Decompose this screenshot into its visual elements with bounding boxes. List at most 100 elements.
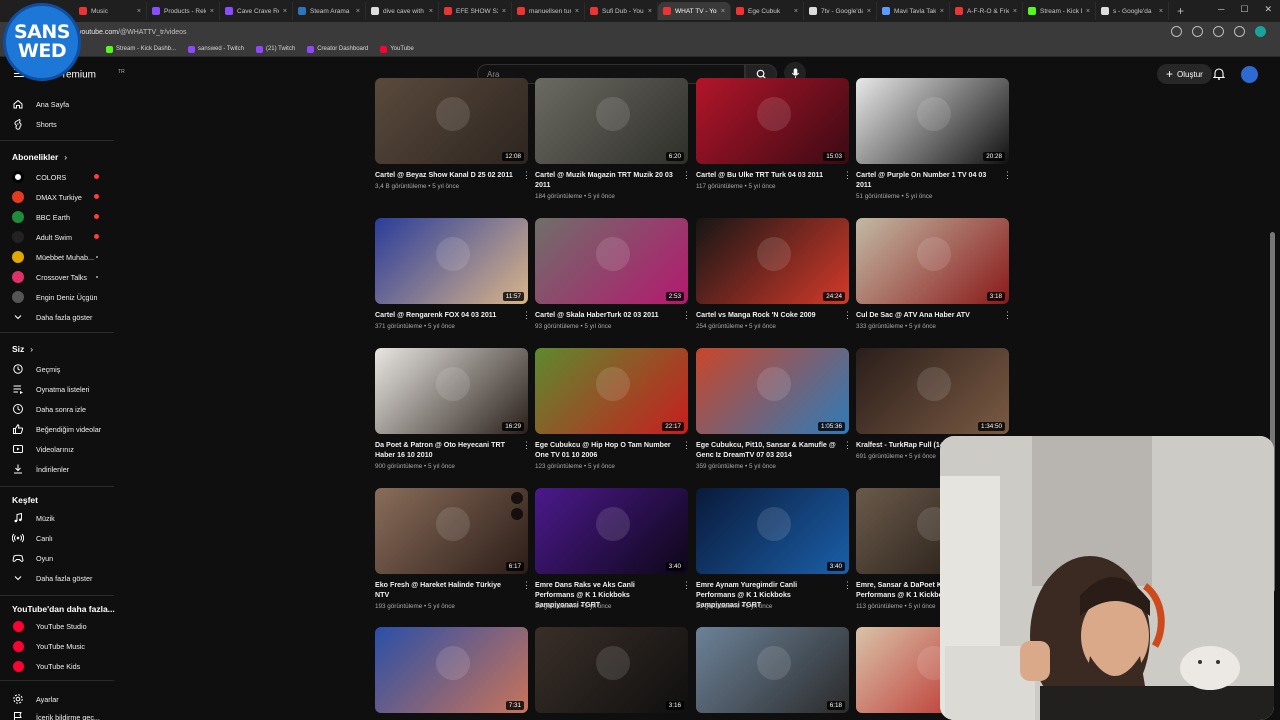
bookmark-item[interactable]: sanswed - Twitch [188, 45, 244, 53]
video-thumbnail[interactable]: 6:18 [696, 627, 849, 713]
more-options-icon[interactable]: ⋮ [682, 580, 691, 590]
video-card[interactable]: 3:16 [535, 627, 688, 713]
video-card[interactable]: 24:24 Cartel vs Manga Rock 'N Coke 2009 25… [696, 218, 852, 330]
video-thumbnail[interactable]: 3:18 [856, 218, 1009, 304]
video-title[interactable]: Cartel @ Bu Ulke TRT Turk 04 03 2011 [696, 170, 836, 180]
close-tab-icon[interactable]: × [429, 8, 433, 15]
video-card[interactable]: 6:18 [696, 627, 849, 713]
video-card[interactable]: 1:34:50 Kralfest - TurkRap Full (14 11 20… [856, 348, 1012, 460]
bookmark-item[interactable]: Creator Dashboard [307, 45, 368, 53]
more-options-icon[interactable]: ⋮ [522, 310, 531, 320]
video-thumbnail[interactable]: 2:53 [535, 218, 688, 304]
browser-tab[interactable]: Stream - Kick D × [1023, 2, 1096, 20]
new-tab-button[interactable]: + [1169, 4, 1192, 18]
close-tab-icon[interactable]: × [356, 8, 360, 15]
video-thumbnail[interactable]: 6:17 [375, 488, 528, 574]
close-tab-icon[interactable]: × [867, 8, 871, 15]
more-options-icon[interactable]: ⋮ [522, 170, 531, 180]
video-card[interactable]: 12:08 Cartel @ Beyaz Show Kanal D 25 02 2… [375, 78, 531, 190]
video-card[interactable]: 3:18 Cul De Sac @ ATV Ana Haber ATV 333 gö… [856, 218, 1012, 330]
minimize-icon[interactable]: ─ [1218, 4, 1224, 15]
extensions-icon[interactable] [1213, 26, 1224, 37]
browser-tab[interactable]: WHAT TV - You × [658, 2, 731, 20]
video-card[interactable]: 6:20 Cartel @ Muzik Magazin TRT Muzik 20 … [535, 78, 691, 200]
browser-tab[interactable]: Ege Cubuk × [731, 2, 804, 20]
sidebar-item-history[interactable]: Geçmiş [12, 362, 60, 376]
close-window-icon[interactable]: ✕ [1264, 4, 1272, 15]
video-title[interactable]: Cartel vs Manga Rock 'N Coke 2009 [696, 310, 836, 320]
video-card[interactable]: 16:29 Da Poet & Patron @ Oto Heyecani TRT… [375, 348, 531, 470]
sidebar-subscription[interactable]: DMAX Turkiye [12, 190, 82, 204]
sidebar-item-youtube-kids[interactable]: YouTube Kids [12, 659, 80, 673]
close-tab-icon[interactable]: × [794, 8, 798, 15]
video-title[interactable]: Cartel @ Beyaz Show Kanal D 25 02 2011 [375, 170, 515, 180]
sidebar-item-shorts[interactable]: Shorts [12, 117, 57, 131]
browser-tab[interactable]: Steam Arama × [293, 2, 366, 20]
video-card[interactable]: 2:53 Cartel @ Skala HaberTurk 02 03 2011 9… [535, 218, 691, 330]
close-tab-icon[interactable]: × [137, 8, 141, 15]
more-options-icon[interactable]: ⋮ [843, 440, 852, 450]
video-card[interactable]: 6:17 Eko Fresh @ Hareket Halinde Türkiye … [375, 488, 531, 610]
close-tab-icon[interactable]: × [1159, 8, 1163, 15]
sidebar-item-playlists[interactable]: Oynatma listeleri [12, 382, 90, 396]
user-avatar[interactable] [1241, 66, 1258, 83]
video-thumbnail[interactable]: 1:05:36 [696, 348, 849, 434]
you-heading[interactable]: Siz › [12, 344, 33, 354]
cast-icon[interactable] [1171, 26, 1182, 37]
more-options-icon[interactable]: ⋮ [843, 310, 852, 320]
video-title[interactable]: Ege Cubukcu @ Hip Hop O Tam Number One T… [535, 440, 675, 460]
watch-later-icon[interactable] [511, 492, 523, 504]
sidebar-subscription[interactable]: COLORS [12, 170, 66, 184]
sidebar-item-gaming[interactable]: Oyun [12, 551, 53, 565]
video-title[interactable]: Ege Cubukcu, Pit10, Sansar & Kamufle @ G… [696, 440, 836, 460]
video-thumbnail[interactable]: 6:20 [535, 78, 688, 164]
video-thumbnail[interactable]: 15:03 [696, 78, 849, 164]
more-options-icon[interactable]: ⋮ [843, 170, 852, 180]
maximize-icon[interactable]: ☐ [1240, 4, 1248, 15]
video-thumbnail[interactable]: 3:16 [535, 627, 688, 713]
video-thumbnail[interactable]: 16:29 [375, 348, 528, 434]
video-thumbnail[interactable]: 3:40 [535, 488, 688, 574]
notifications-bell-icon[interactable] [1213, 67, 1225, 80]
video-card[interactable]: 7:31 [375, 627, 528, 713]
close-tab-icon[interactable]: × [210, 8, 214, 15]
video-thumbnail[interactable]: 3:40 [696, 488, 849, 574]
bookmark-star-icon[interactable] [1192, 26, 1203, 37]
browser-tab[interactable]: manuellsen tur × [512, 2, 585, 20]
sidebar-item-youtube-studio[interactable]: YouTube Studio [12, 619, 87, 633]
account-icon[interactable] [1234, 26, 1245, 37]
sidebar-item-watch-later[interactable]: Daha sonra izle [12, 402, 86, 416]
browser-tab[interactable]: dive cave with × [366, 2, 439, 20]
video-title[interactable]: Cartel @ Rengarenk FOX 04 03 2011 [375, 310, 515, 320]
sidebar-item-settings[interactable]: Ayarlar [12, 692, 59, 706]
browser-tab[interactable]: Sufi Dub - You × [585, 2, 658, 20]
bookmark-item[interactable]: (21) Twitch [255, 45, 295, 53]
url-text[interactable]: youtube.com/@WHATTV_tr/videos [78, 29, 187, 36]
close-tab-icon[interactable]: × [1086, 8, 1090, 15]
video-card[interactable]: 15:03 Cartel @ Bu Ulke TRT Turk 04 03 201… [696, 78, 852, 190]
video-thumbnail[interactable]: 11:57 [375, 218, 528, 304]
sidebar-item-youtube-music[interactable]: YouTube Music [12, 639, 85, 653]
video-thumbnail[interactable]: 22:17 [535, 348, 688, 434]
sidebar-item-home[interactable]: Ana Sayfa [12, 97, 69, 111]
add-to-queue-icon[interactable] [511, 508, 523, 520]
more-options-icon[interactable]: ⋮ [682, 170, 691, 180]
video-card[interactable]: 22:17 Ege Cubukcu @ Hip Hop O Tam Number … [535, 348, 691, 470]
video-card[interactable]: 20:28 Cartel @ Purple On Number 1 TV 04 0… [856, 78, 1012, 200]
video-card[interactable]: 3:40 Emre Dans Raks ve Aks Canli Performa… [535, 488, 691, 610]
more-options-icon[interactable]: ⋮ [682, 440, 691, 450]
video-card[interactable]: 1:05:36 Ege Cubukcu, Pit10, Sansar & Kamu… [696, 348, 852, 470]
sidebar-item-report[interactable]: İçerik bildirme geç... [12, 710, 100, 720]
bookmark-item[interactable]: Stream - Kick Dashb... [106, 45, 176, 53]
sidebar-item-chevron-down[interactable]: Daha fazla göster [12, 571, 92, 585]
subscriptions-heading[interactable]: Abonelikler › [12, 152, 67, 162]
subscriptions-show-more[interactable]: Daha fazla göster [12, 310, 92, 324]
video-title[interactable]: Cartel @ Skala HaberTurk 02 03 2011 [535, 310, 675, 320]
sidebar-item-live[interactable]: Canlı [12, 531, 53, 545]
video-title[interactable]: Da Poet & Patron @ Oto Heyecani TRT Habe… [375, 440, 515, 460]
close-tab-icon[interactable]: × [940, 8, 944, 15]
sidebar-subscription[interactable]: BBC Earth [12, 210, 70, 224]
browser-tab[interactable]: EFE SHOW S3E × [439, 2, 512, 20]
video-title[interactable]: Cul De Sac @ ATV Ana Haber ATV [856, 310, 996, 320]
sidebar-subscription[interactable]: Engin Deniz Üçgün [12, 290, 98, 304]
